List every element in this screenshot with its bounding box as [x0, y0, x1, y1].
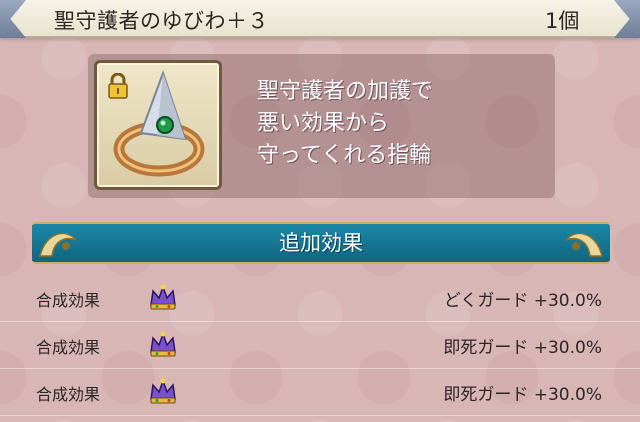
effect-value: +30.0% — [533, 385, 602, 405]
effect-name: どくガード — [443, 291, 529, 311]
effect-list: 合成効果 どくガード +30.0% 合成効果 即死ガード +30.0% 合成効果 — [0, 275, 640, 416]
effect-value: +30.0% — [533, 291, 602, 311]
crown-icon — [150, 284, 176, 310]
effect-kind: 合成効果 — [36, 385, 101, 404]
item-header: 聖守護者のゆびわ＋３ 1個 — [0, 0, 640, 38]
description-line: 聖守護者の加護で — [257, 79, 434, 104]
crown-icon — [150, 378, 176, 404]
item-count: 1個 — [545, 9, 580, 33]
header-cap-right — [614, 0, 640, 38]
effect-kind: 合成効果 — [36, 338, 101, 357]
description-line: 悪い効果から — [257, 111, 390, 136]
item-description: 聖守護者の加護で 悪い効果から 守ってくれる指輪 — [257, 76, 433, 172]
effect-kind: 合成効果 — [36, 291, 101, 310]
crown-icon — [150, 331, 176, 357]
header-cap-left — [0, 0, 26, 38]
effect-text: どくガード +30.0% — [444, 286, 602, 311]
ornament-right-icon — [565, 232, 603, 257]
lock-icon — [108, 73, 128, 99]
effect-row[interactable]: 合成効果 どくガード +30.0% — [0, 275, 640, 322]
effect-text: 即死ガード +30.0% — [443, 333, 602, 358]
item-name: 聖守護者のゆびわ＋３ — [54, 9, 269, 33]
effect-row[interactable]: 合成効果 即死ガード +30.0% — [0, 369, 640, 416]
effect-value: +30.0% — [533, 338, 602, 358]
section-title: 追加効果 — [279, 231, 363, 255]
effect-name: 即死ガード — [443, 338, 529, 358]
item-icon-frame[interactable] — [94, 60, 222, 190]
description-line: 守ってくれる指輪 — [257, 143, 432, 168]
effect-name: 即死ガード — [443, 385, 529, 405]
effect-row[interactable]: 合成効果 即死ガード +30.0% — [0, 322, 640, 369]
additional-effects-banner: 追加効果 — [32, 222, 610, 264]
effect-text: 即死ガード +30.0% — [443, 380, 602, 405]
